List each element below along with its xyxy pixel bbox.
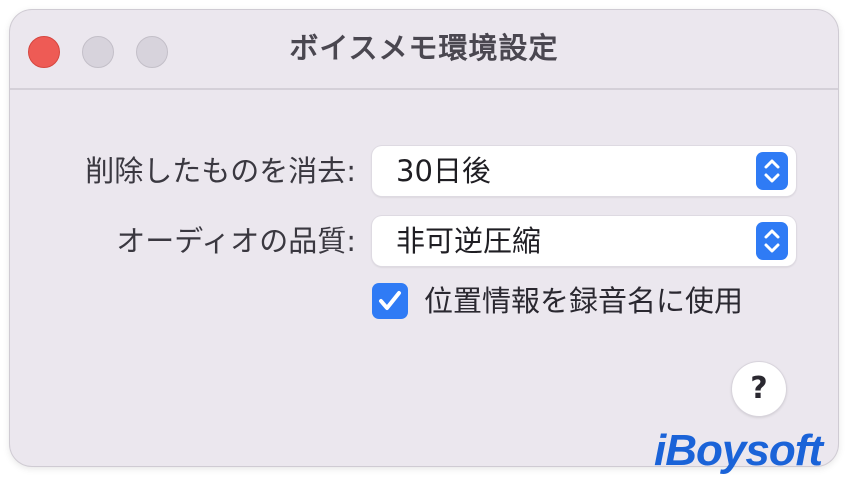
location-checkbox[interactable]	[372, 283, 408, 319]
quality-label: オーディオの品質:	[116, 224, 356, 258]
checkmark-icon	[379, 291, 401, 310]
window-title: ボイスメモ環境設定	[289, 31, 559, 65]
location-checkbox-label[interactable]: 位置情報を録音名に使用	[424, 278, 743, 324]
chevron-up-down-icon	[756, 152, 788, 190]
delete-popup[interactable]: 30日後	[372, 146, 796, 196]
chevron-up-down-icon	[756, 222, 788, 260]
iboysoft-watermark: iBoysoft	[654, 426, 823, 475]
quality-popup[interactable]: 非可逆圧縮	[372, 216, 796, 266]
title-bar: ボイスメモ環境設定	[10, 10, 838, 90]
quality-popup-value: 非可逆圧縮	[396, 224, 542, 258]
help-button[interactable]: ?	[732, 362, 786, 416]
delete-popup-value: 30日後	[396, 154, 491, 188]
delete-label: 削除したものを消去:	[85, 154, 356, 188]
preferences-window: ボイスメモ環境設定 削除したものを消去: 30日後 オーディオの品質: 非可逆圧…	[10, 10, 838, 466]
